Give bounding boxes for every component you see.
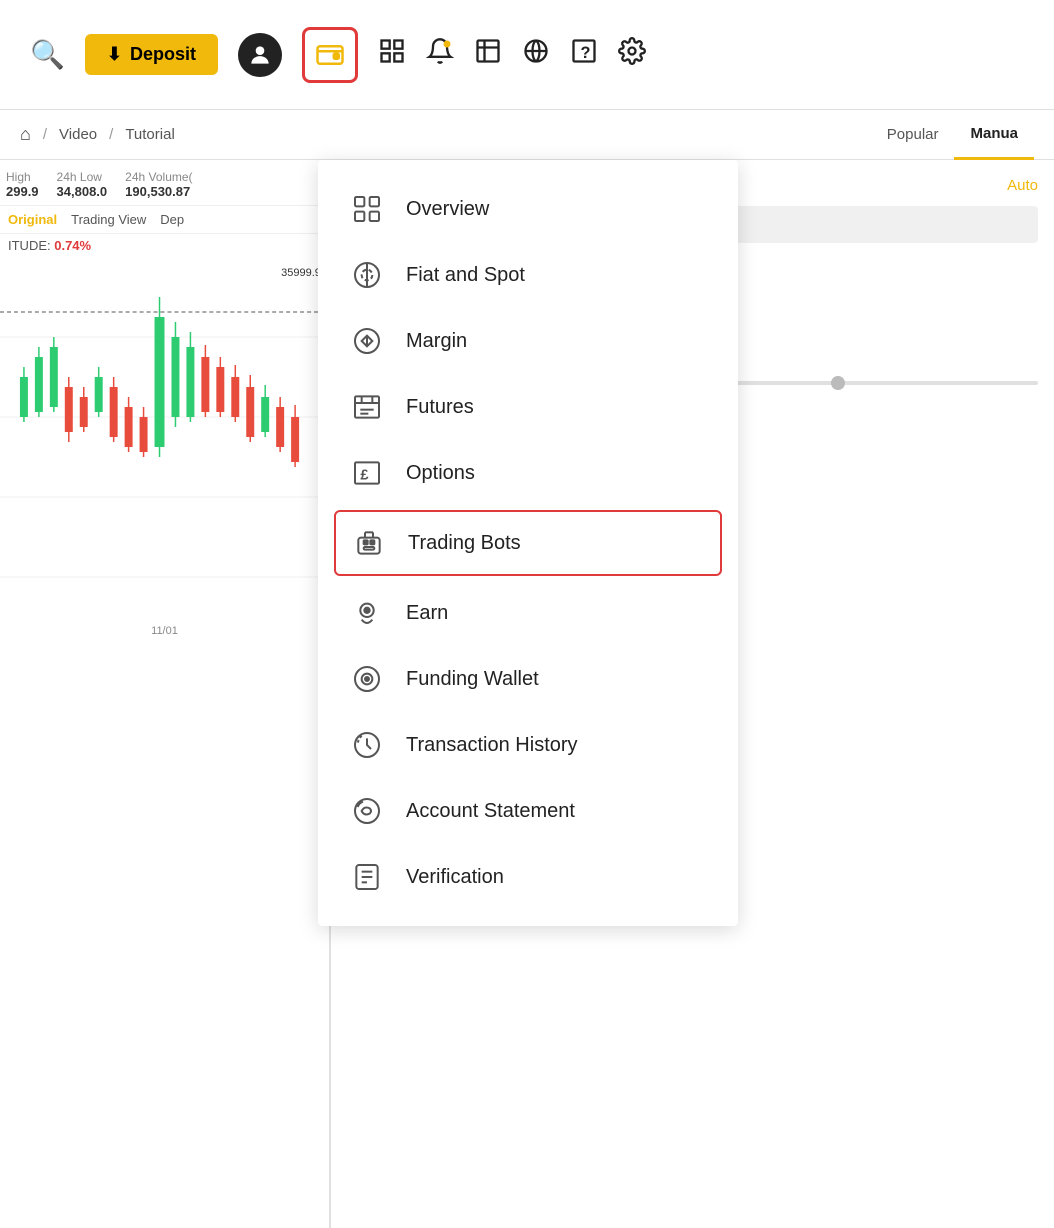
settings-icon[interactable] [618, 37, 646, 72]
wallet-button[interactable] [302, 27, 358, 83]
stat-volume: 24h Volume( 190,530.87 [125, 170, 192, 199]
trading-bots-label: Trading Bots [408, 532, 521, 555]
deposit-button[interactable]: ⬇ Deposit [85, 34, 218, 75]
margin-icon [348, 322, 386, 360]
globe-icon[interactable] [522, 37, 550, 72]
svg-text:£: £ [360, 468, 368, 484]
menu-item-futures[interactable]: Futures [318, 374, 738, 440]
futures-icon [348, 388, 386, 426]
options-label: Options [406, 462, 475, 485]
trade-icon[interactable] [474, 37, 502, 72]
high-label: High [6, 170, 39, 184]
menu-item-verification[interactable]: Verification [318, 844, 738, 910]
candlestick-chart: 35999.90 [0, 257, 329, 637]
options-icon: £ [348, 454, 386, 492]
deposit-label: Deposit [130, 44, 196, 65]
breadcrumb-tutorial[interactable]: Tutorial [125, 126, 174, 143]
overview-label: Overview [406, 198, 489, 221]
earn-label: Earn [406, 602, 448, 625]
breadcrumb-video[interactable]: Video [59, 126, 97, 143]
trading-bots-icon [350, 524, 388, 562]
tab-manual[interactable]: Manua [954, 110, 1034, 160]
breadcrumb: ⌂ / Video / Tutorial Popular Manua [0, 110, 1054, 160]
stat-high: High 299.9 [6, 170, 39, 199]
futures-label: Futures [406, 396, 474, 419]
grid-icon[interactable] [378, 37, 406, 72]
menu-item-margin[interactable]: Margin [318, 308, 738, 374]
dropdown-menu: Overview Fiat and Spot Mar [318, 160, 738, 926]
stats-row: High 299.9 24h Low 34,808.0 24h Volume( … [0, 160, 329, 206]
amplitude-label: ITUDE: [8, 238, 54, 253]
low-val: 34,808.0 [57, 184, 108, 199]
menu-item-options[interactable]: £ Options [318, 440, 738, 506]
menu-item-transaction-history[interactable]: Transaction History [318, 712, 738, 778]
menu-item-fiat-spot[interactable]: Fiat and Spot [318, 242, 738, 308]
profile-icon[interactable] [238, 33, 282, 77]
account-statement-icon [348, 792, 386, 830]
amplitude-row: ITUDE: 0.74% [0, 234, 329, 257]
account-statement-label: Account Statement [406, 800, 575, 823]
deposit-icon: ⬇ [107, 44, 122, 65]
transaction-history-icon [348, 726, 386, 764]
volume-val: 190,530.87 [125, 184, 192, 199]
high-val: 299.9 [6, 184, 39, 199]
search-button[interactable]: 🔍 [30, 38, 65, 71]
chart-tabs: Original Trading View Dep [0, 206, 329, 234]
funding-wallet-icon [348, 660, 386, 698]
svg-text:?: ? [580, 44, 590, 62]
earn-icon [348, 594, 386, 632]
margin-label: Margin [406, 330, 467, 353]
menu-item-earn[interactable]: Earn [318, 580, 738, 646]
top-bar: 🔍 ⬇ Deposit [0, 0, 1054, 110]
amplitude-val: 0.74% [54, 238, 91, 253]
stat-low: 24h Low 34,808.0 [57, 170, 108, 199]
auto-label: Auto [1007, 177, 1038, 194]
low-label: 24h Low [57, 170, 108, 184]
menu-item-account-statement[interactable]: Account Statement [318, 778, 738, 844]
breadcrumb-sep: / [43, 126, 47, 143]
breadcrumb-sep2: / [109, 126, 113, 143]
menu-item-trading-bots[interactable]: Trading Bots [334, 510, 722, 576]
transaction-history-label: Transaction History [406, 734, 578, 757]
volume-label: 24h Volume( [125, 170, 192, 184]
notification-icon[interactable] [426, 37, 454, 72]
fiat-spot-label: Fiat and Spot [406, 264, 525, 287]
funding-wallet-label: Funding Wallet [406, 668, 539, 691]
overview-icon [348, 190, 386, 228]
menu-item-overview[interactable]: Overview [318, 176, 738, 242]
menu-item-funding-wallet[interactable]: Funding Wallet [318, 646, 738, 712]
tab-original[interactable]: Original [8, 212, 57, 227]
date-label: 11/01 [151, 625, 178, 637]
verification-icon [348, 858, 386, 896]
verification-label: Verification [406, 866, 504, 889]
slider-thumb-right[interactable] [831, 376, 845, 390]
fiat-icon [348, 256, 386, 294]
help-icon[interactable]: ? [570, 37, 598, 72]
tab-dep[interactable]: Dep [160, 212, 184, 227]
main-area: High 299.9 24h Low 34,808.0 24h Volume( … [0, 160, 1054, 1228]
top-bar-icons: 🔍 ⬇ Deposit [30, 27, 646, 83]
chart-area: High 299.9 24h Low 34,808.0 24h Volume( … [0, 160, 330, 1228]
tab-trading-view[interactable]: Trading View [71, 212, 146, 227]
tab-popular[interactable]: Popular [871, 110, 955, 160]
home-icon[interactable]: ⌂ [20, 124, 31, 145]
